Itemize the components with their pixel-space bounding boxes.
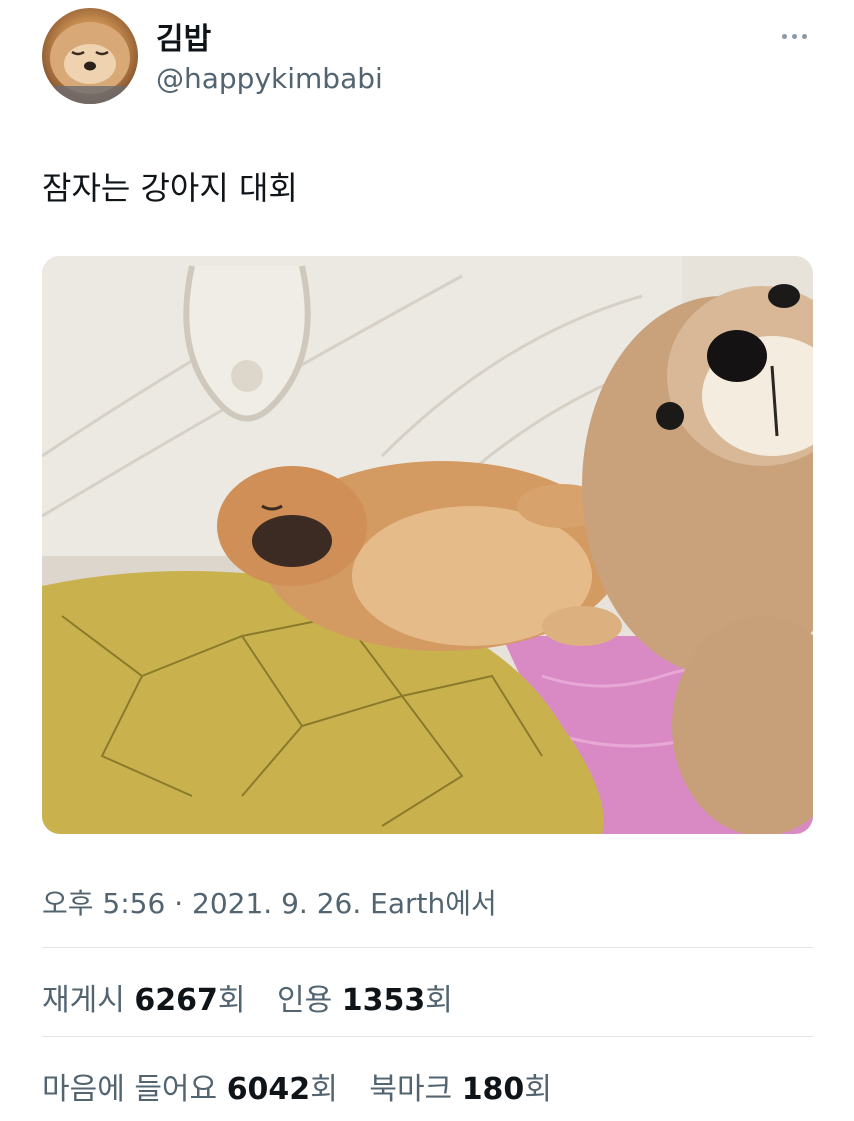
divider <box>42 947 813 948</box>
more-dot <box>801 33 807 39</box>
retweet-label: 재게시 <box>42 983 135 1018</box>
tweet-media-image[interactable] <box>42 256 813 834</box>
retweet-suffix: 회 <box>217 983 246 1018</box>
user-handle[interactable]: @happykimbabi <box>156 62 383 95</box>
like-value: 6042 <box>226 1072 311 1107</box>
retweet-value: 6267 <box>134 983 218 1018</box>
bookmark-label: 북마크 <box>369 1072 462 1107</box>
tweet-time: 오후 5:56 <box>42 887 166 920</box>
bookmark-count[interactable]: 북마크 180회 <box>369 1072 552 1107</box>
meta-separator: · <box>165 887 193 920</box>
quote-label: 인용 <box>277 983 342 1018</box>
bookmark-suffix: 회 <box>524 1072 552 1107</box>
like-count[interactable]: 마음에 들어요 6042회 <box>42 1072 338 1107</box>
quote-value: 1353 <box>341 983 426 1018</box>
display-name[interactable]: 김밥 <box>156 14 211 58</box>
sleeping-puppy-photo <box>42 256 813 834</box>
avatar[interactable] <box>42 8 138 104</box>
tweet-text: 잠자는 강아지 대회 <box>42 169 298 207</box>
tweet-timestamp[interactable]: 오후 5:56 · 2021. 9. 26. Earth에서 <box>42 882 497 922</box>
quote-count[interactable]: 인용 1353회 <box>277 983 453 1018</box>
divider <box>42 1036 813 1037</box>
like-label: 마음에 들어요 <box>42 1072 227 1107</box>
bookmark-value: 180 <box>461 1072 525 1107</box>
stats-row-reactions: 마음에 들어요 6042회 북마크 180회 <box>42 1064 574 1108</box>
more-options-button[interactable] <box>774 22 814 50</box>
retweet-count[interactable]: 재게시 6267회 <box>42 983 245 1018</box>
like-suffix: 회 <box>310 1072 338 1107</box>
tweet-date: 2021. 9. 26. <box>192 887 362 920</box>
more-horizontal-icon <box>781 33 787 39</box>
stats-row-engagement: 재게시 6267회 인용 1353회 <box>42 975 475 1019</box>
quote-suffix: 회 <box>425 983 453 1018</box>
tweet-source: Earth에서 <box>370 887 497 920</box>
sleeping-puppy-avatar-icon <box>42 22 138 104</box>
more-dot <box>791 33 797 39</box>
